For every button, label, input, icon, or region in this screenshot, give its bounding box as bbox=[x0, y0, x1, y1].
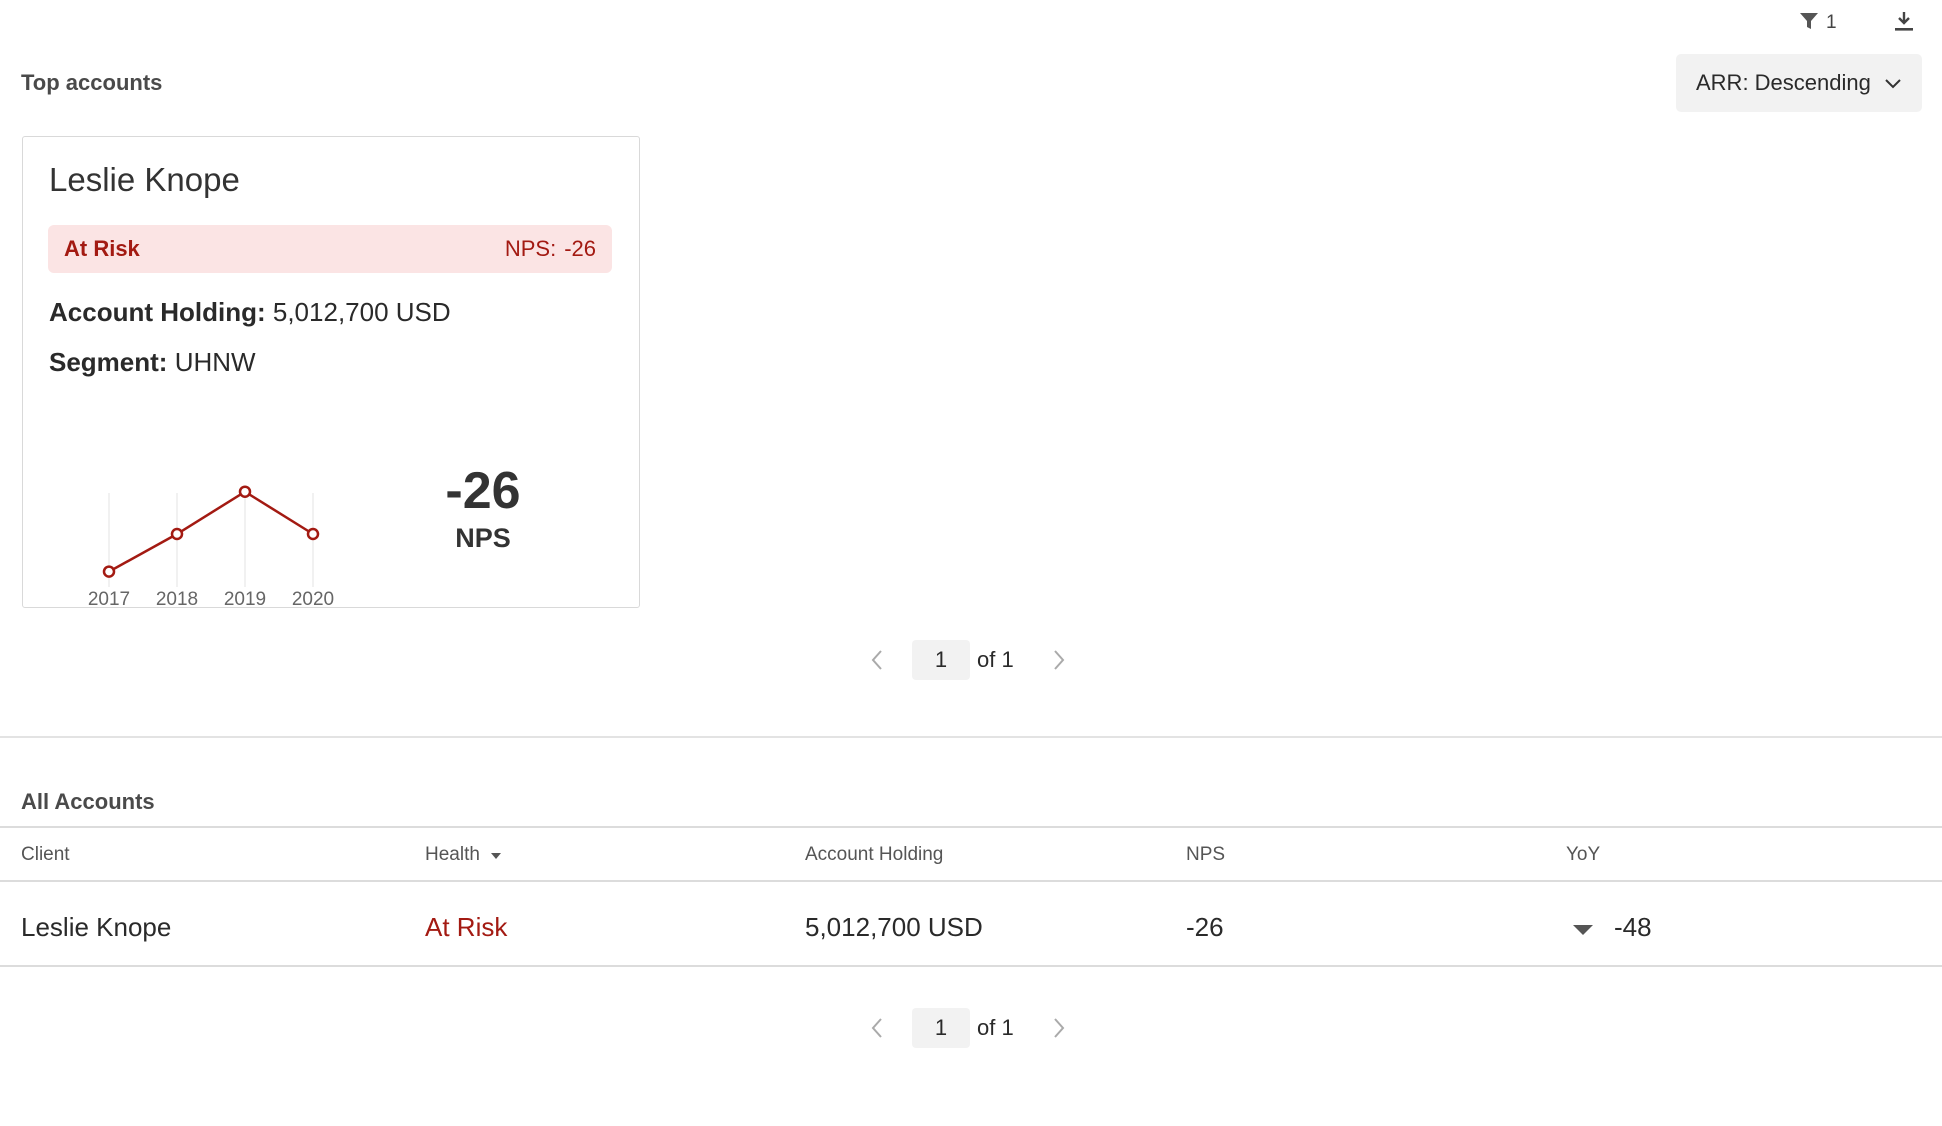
top-accounts-pager: 1 of 1 bbox=[857, 640, 1079, 680]
row-border bbox=[0, 965, 1942, 967]
column-header-yoy[interactable]: YoY bbox=[1566, 844, 1600, 866]
segment-label: Segment: bbox=[49, 347, 168, 377]
banner-nps-label: NPS: bbox=[504, 236, 557, 261]
filter-icon bbox=[1798, 10, 1820, 37]
next-page-button[interactable] bbox=[1039, 1008, 1079, 1048]
prev-page-button[interactable] bbox=[857, 1008, 897, 1048]
page-total: of 1 bbox=[977, 647, 1014, 672]
cell-holding: 5,012,700 USD bbox=[805, 912, 983, 942]
chevron-down-icon bbox=[1884, 70, 1902, 96]
health-banner: At Risk NPS: -26 bbox=[48, 225, 612, 273]
chevron-right-icon bbox=[1053, 650, 1065, 670]
chevron-left-icon bbox=[871, 650, 882, 670]
sort-desc-icon bbox=[490, 844, 502, 866]
account-holding-value: 5,012,700 USD bbox=[272, 297, 451, 327]
nps-big-label: NPS bbox=[455, 523, 511, 553]
page-input[interactable]: 1 bbox=[912, 640, 970, 680]
table-top-border bbox=[0, 826, 1942, 828]
nps-big-value: -26 bbox=[445, 462, 521, 520]
account-holding-label: Account Holding: bbox=[49, 297, 266, 327]
filter-count: 1 bbox=[1826, 12, 1837, 33]
header-border bbox=[0, 880, 1942, 882]
column-header-client[interactable]: Client bbox=[21, 844, 70, 866]
yoy-value: -48 bbox=[1614, 912, 1652, 942]
cell-health: At Risk bbox=[425, 912, 508, 942]
segment-value: UHNW bbox=[174, 347, 256, 377]
health-status: At Risk bbox=[64, 236, 140, 261]
cell-nps: -26 bbox=[1186, 912, 1224, 942]
account-holding: Account Holding: 5,012,700 USD bbox=[49, 297, 451, 328]
column-header-health-label: Health bbox=[425, 844, 480, 865]
filter-button[interactable]: 1 bbox=[1798, 10, 1837, 36]
prev-page-button[interactable] bbox=[857, 640, 897, 680]
column-header-health[interactable]: Health bbox=[425, 844, 502, 866]
column-header-holding[interactable]: Account Holding bbox=[805, 844, 943, 866]
section-divider bbox=[0, 736, 1942, 738]
card-client-name: Leslie Knope bbox=[49, 161, 240, 198]
cell-yoy: -48 bbox=[1572, 912, 1652, 943]
segment: Segment: UHNW bbox=[49, 347, 256, 378]
sort-label: ARR: Descending bbox=[1696, 70, 1871, 95]
x-tick-label: 2019 bbox=[224, 589, 266, 610]
all-accounts-pager: 1 of 1 bbox=[857, 1008, 1079, 1048]
chevron-right-icon bbox=[1053, 1018, 1065, 1038]
x-tick-label: 2018 bbox=[156, 589, 198, 610]
trend-down-icon bbox=[1572, 912, 1594, 943]
download-icon bbox=[1893, 10, 1915, 37]
account-card[interactable]: Leslie Knope At Risk NPS: -26 Account Ho… bbox=[22, 136, 640, 610]
data-point-2018 bbox=[170, 527, 184, 541]
banner-nps-value: -26 bbox=[564, 236, 596, 261]
nps-trend-chart: 2017 2018 2019 2020 bbox=[88, 485, 334, 610]
data-point-2017 bbox=[102, 565, 116, 578]
data-point-2019 bbox=[238, 485, 252, 498]
all-accounts-title: All Accounts bbox=[21, 789, 155, 814]
top-accounts-title: Top accounts bbox=[21, 70, 163, 95]
page-input[interactable]: 1 bbox=[912, 1008, 970, 1048]
nps-summary: -26 NPS bbox=[403, 461, 563, 554]
data-point-2020 bbox=[306, 527, 320, 541]
x-tick-label: 2017 bbox=[88, 589, 130, 610]
next-page-button[interactable] bbox=[1039, 640, 1079, 680]
download-button[interactable] bbox=[1890, 10, 1918, 36]
nps-trend-line bbox=[108, 490, 314, 573]
page-total: of 1 bbox=[977, 1015, 1014, 1040]
x-tick-label: 2020 bbox=[292, 589, 334, 610]
chevron-left-icon bbox=[871, 1018, 882, 1038]
banner-nps: NPS: -26 bbox=[505, 236, 596, 262]
cell-client[interactable]: Leslie Knope bbox=[21, 912, 171, 943]
sort-dropdown[interactable]: ARR: Descending bbox=[1676, 54, 1922, 112]
column-header-nps[interactable]: NPS bbox=[1186, 844, 1225, 866]
